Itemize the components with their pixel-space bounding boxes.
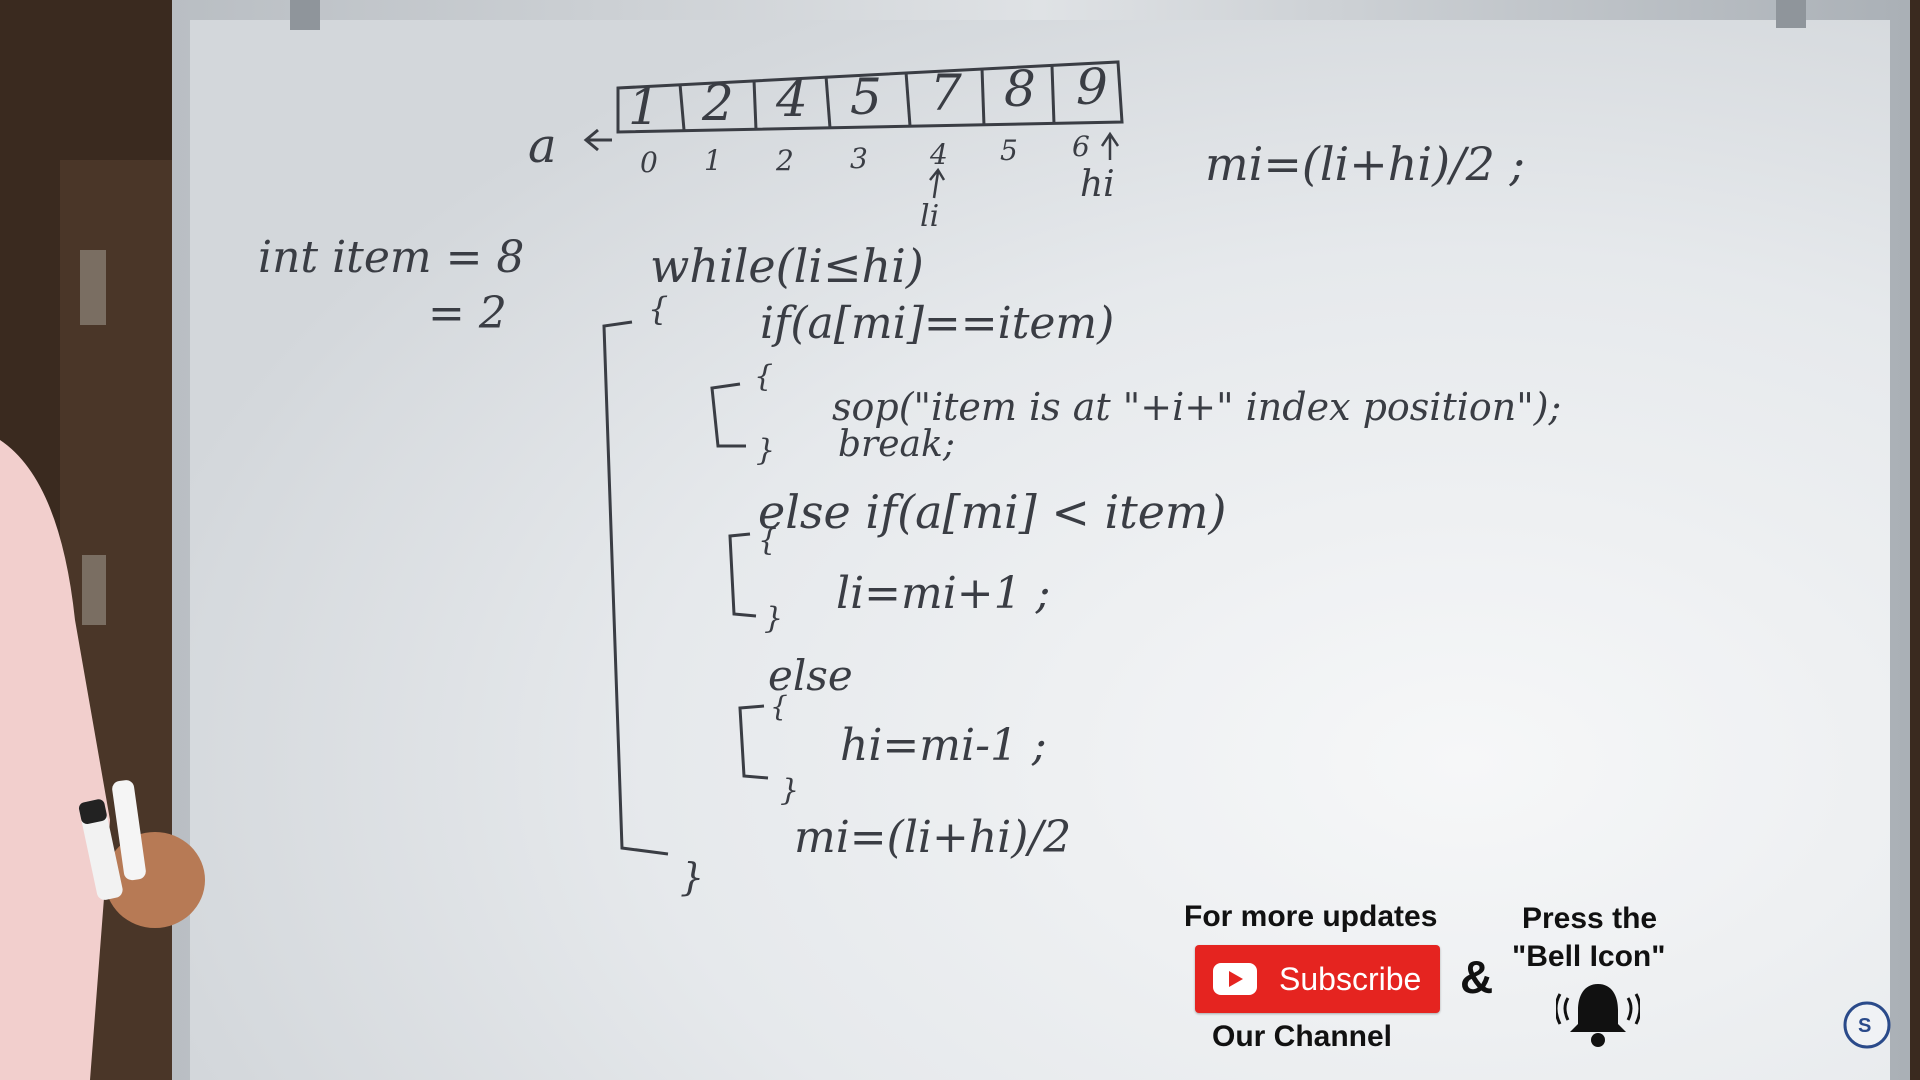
hi-pointer-label: hi bbox=[1080, 164, 1115, 205]
if-line: if(a[mi]==item) bbox=[760, 298, 1114, 349]
door-hinge bbox=[80, 250, 106, 325]
promo-channel-text: Our Channel bbox=[1212, 1020, 1393, 1053]
array-index: 1 bbox=[704, 144, 722, 177]
while-open-brace: { bbox=[648, 290, 668, 328]
channel-logo-icon: S bbox=[1843, 1001, 1891, 1049]
hi-update-line: hi=mi-1 ; bbox=[840, 720, 1047, 771]
door-hinge bbox=[82, 555, 106, 625]
li-pointer-label: li bbox=[920, 199, 939, 234]
svg-text:S: S bbox=[1858, 1015, 1871, 1037]
else-open-brace: { bbox=[770, 690, 788, 723]
if-open-brace: { bbox=[754, 359, 773, 394]
li-update-line: li=mi+1 ; bbox=[836, 568, 1050, 619]
youtube-play-icon bbox=[1213, 963, 1257, 995]
bell-icon[interactable] bbox=[1556, 978, 1640, 1052]
array-value: 4 bbox=[775, 70, 808, 128]
array-index: 5 bbox=[1000, 134, 1018, 167]
promo-updates-text: For more updates bbox=[1184, 900, 1438, 933]
elseif-close-brace: } bbox=[764, 601, 783, 636]
else-close-brace: } bbox=[780, 773, 799, 808]
array-value: 7 bbox=[930, 64, 962, 122]
array-name: a bbox=[528, 118, 557, 174]
mid-formula: mi=(li+hi)/2 ; bbox=[1205, 137, 1525, 191]
array-value: 2 bbox=[701, 74, 734, 132]
array-index: 3 bbox=[850, 142, 868, 175]
array-index: 0 bbox=[640, 146, 658, 179]
subscribe-button-label: Subscribe bbox=[1279, 960, 1422, 997]
while-line: while(li≤hi) bbox=[650, 239, 924, 293]
frame-clip bbox=[1776, 0, 1806, 28]
array-index: 2 bbox=[775, 144, 794, 177]
promo-press-text: Press the bbox=[1522, 902, 1658, 935]
array-index: 4 bbox=[929, 138, 948, 171]
frame-clip bbox=[290, 0, 320, 30]
array-value: 9 bbox=[1076, 58, 1108, 116]
sop-line: sop("item is at "+i+" index position"); bbox=[832, 385, 1561, 429]
array-index: 6 bbox=[1072, 130, 1090, 163]
array-value: 1 bbox=[628, 78, 660, 136]
if-close-brace: } bbox=[756, 433, 775, 468]
break-line: break; bbox=[838, 424, 955, 465]
array-value: 5 bbox=[850, 68, 882, 126]
promo-ampersand: & bbox=[1460, 951, 1494, 1003]
promo-bell-text: "Bell Icon" bbox=[1512, 940, 1666, 973]
while-close-brace: } bbox=[680, 855, 704, 899]
array-value: 8 bbox=[1004, 60, 1036, 118]
subscribe-button[interactable]: Subscribe bbox=[1195, 945, 1440, 1013]
mid-update-line: mi=(li+hi)/2 bbox=[794, 812, 1071, 863]
item-declaration: int item = 8 bbox=[258, 232, 524, 283]
elseif-open-brace: { bbox=[758, 523, 777, 558]
item-alt-value: = 2 bbox=[428, 288, 507, 339]
elseif-line: else if(a[mi] < item) bbox=[758, 485, 1227, 539]
